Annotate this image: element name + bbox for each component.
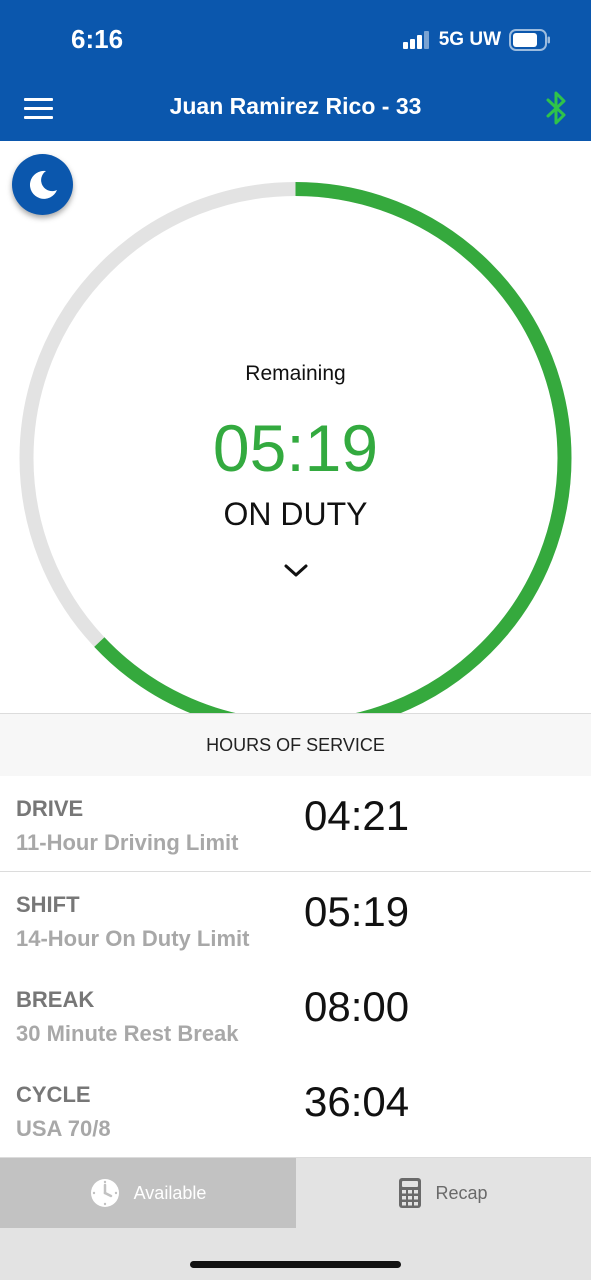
status-time: 6:16 — [71, 24, 124, 54]
tab-label: Available — [133, 1182, 207, 1203]
moon-icon — [29, 170, 57, 199]
network-label: 5G UW — [438, 29, 501, 50]
duty-status-dropdown[interactable] — [281, 558, 311, 584]
hos-row-subtitle: 14-Hour On Duty Limit — [16, 926, 250, 951]
hos-row-subtitle: 11-Hour Driving Limit — [16, 830, 239, 855]
page-title: Juan Ramirez Rico - 33 — [169, 93, 422, 119]
hos-row-cycle[interactable]: CYCLE USA 70/8 36:04 — [0, 1062, 591, 1158]
hos-row-title: DRIVE — [16, 796, 84, 821]
hos-row-drive[interactable]: DRIVE 11-Hour Driving Limit 04:21 — [0, 776, 591, 872]
status-icons: 5G UW — [402, 29, 551, 51]
duty-status-label[interactable]: ON DUTY — [0, 496, 591, 533]
home-indicator-area — [0, 1228, 591, 1280]
remaining-label: Remaining — [245, 362, 346, 385]
hos-row-shift[interactable]: SHIFT 14-Hour On Duty Limit 05:19 — [0, 872, 591, 968]
tab-label: Recap — [435, 1182, 488, 1203]
home-indicator[interactable] — [190, 1261, 401, 1268]
status-bar: 6:16 5G UW — [0, 0, 591, 80]
bluetooth-icon — [546, 91, 566, 125]
clock-icon — [90, 1179, 119, 1207]
hos-row-time: 05:19 — [304, 888, 410, 935]
calculator-icon — [399, 1178, 422, 1208]
hos-section-header: HOURS OF SERVICE — [0, 713, 591, 777]
bottom-tab-bar: Available Recap — [0, 1158, 591, 1228]
hos-row-time: 36:04 — [304, 1078, 410, 1125]
hos-row-break[interactable]: BREAK 30 Minute Rest Break 08:00 — [0, 967, 591, 1063]
night-mode-button[interactable] — [12, 154, 73, 215]
hos-row-title: BREAK — [16, 987, 95, 1012]
tab-available[interactable]: Available — [0, 1158, 296, 1228]
signal-icon — [402, 31, 429, 49]
chevron-down-icon — [284, 564, 308, 577]
hos-row-title: CYCLE — [16, 1082, 91, 1107]
hos-row-time: 08:00 — [304, 983, 410, 1030]
hos-row-subtitle: 30 Minute Rest Break — [16, 1021, 239, 1046]
tab-recap[interactable]: Recap — [296, 1158, 591, 1228]
battery-icon — [509, 29, 550, 51]
bluetooth-button[interactable] — [545, 90, 569, 126]
hos-row-title: SHIFT — [16, 892, 80, 917]
hos-row-time: 04:21 — [304, 792, 410, 839]
app-bar: Juan Ramirez Rico - 33 — [0, 80, 591, 141]
hos-row-subtitle: USA 70/8 — [16, 1116, 111, 1141]
remaining-time-value: 05:19 — [212, 411, 379, 485]
